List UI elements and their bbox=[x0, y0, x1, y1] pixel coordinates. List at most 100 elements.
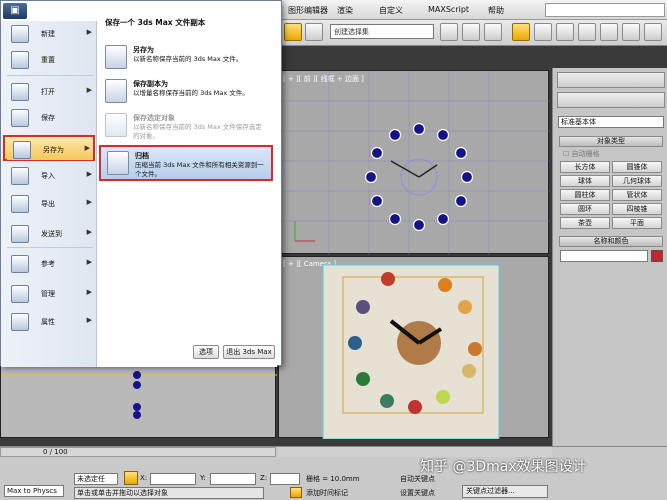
app-menu-item-label: 导入 bbox=[41, 172, 55, 180]
menu-separator bbox=[7, 75, 93, 76]
submenu-arrow-icon: ▶ bbox=[86, 170, 92, 178]
x-coordinate-input[interactable] bbox=[150, 473, 196, 485]
app-menu-item-4[interactable]: 另存为 ▶ bbox=[3, 135, 95, 161]
menu-graph-editors[interactable]: 图形编辑器 bbox=[288, 5, 328, 16]
submenu-arrow-icon: ▶ bbox=[86, 228, 92, 236]
rollout-object-type[interactable]: 对象类型 bbox=[559, 136, 663, 147]
app-menu-item-8[interactable]: 参考 ▶ bbox=[3, 251, 95, 277]
clock-wireframe bbox=[279, 71, 550, 255]
frame-readout: 0 / 100 bbox=[43, 448, 68, 456]
create-category-tabs[interactable] bbox=[557, 92, 665, 108]
render-setup-icon[interactable] bbox=[600, 23, 618, 41]
menu-separator bbox=[7, 159, 93, 160]
autogrid-label: 自动栅格 bbox=[571, 150, 600, 158]
y-label: Y: bbox=[200, 474, 206, 482]
command-panel-tabs[interactable] bbox=[557, 72, 665, 88]
application-menu: ▣ 保存一个 3ds Max 文件副本 新建 ▶ 重置 打开 ▶ 保存 另存为 ▶ 导入 ▶ 导出 ▶… bbox=[0, 0, 282, 367]
save-icon bbox=[11, 109, 29, 127]
color-swatch[interactable] bbox=[651, 250, 663, 262]
save-as-icon bbox=[105, 45, 127, 69]
scene-explorer-icon[interactable] bbox=[512, 23, 530, 41]
add-time-tag[interactable]: 添加时间标记 bbox=[306, 488, 348, 498]
time-tag-icon[interactable] bbox=[290, 487, 302, 498]
material-editor-icon[interactable] bbox=[578, 23, 596, 41]
app-menu-item-label: 参考 bbox=[41, 260, 55, 268]
lock-icon[interactable] bbox=[124, 471, 138, 485]
set-key-button[interactable]: 设置关键点 bbox=[400, 488, 435, 498]
menu-help[interactable]: 帮助 bbox=[488, 5, 504, 16]
plane-button[interactable]: 平面 bbox=[612, 217, 662, 229]
object-name-input[interactable] bbox=[560, 250, 648, 262]
save-as-option[interactable]: 另存为 以新名称保存当前的 3ds Max 文件。 bbox=[99, 41, 273, 77]
viewport-front[interactable]: [ + ][ 前 ][ 线框 + 边面 ] bbox=[278, 70, 550, 255]
torus-button[interactable]: 圆环 bbox=[560, 203, 610, 215]
sphere-button[interactable]: 球体 bbox=[560, 175, 610, 187]
submenu-arrow-icon: ▶ bbox=[86, 28, 92, 36]
app-menu-item-9[interactable]: 管理 ▶ bbox=[3, 281, 95, 307]
reference-icon bbox=[11, 255, 29, 273]
cylinder-button[interactable]: 圆柱体 bbox=[560, 189, 610, 201]
align-icon[interactable] bbox=[462, 23, 480, 41]
box-button[interactable]: 长方体 bbox=[560, 161, 610, 173]
key-filters-button[interactable]: 关键点过滤器... bbox=[462, 485, 548, 498]
submenu-arrow-icon: ▶ bbox=[86, 86, 92, 94]
cone-button[interactable]: 圆锥体 bbox=[612, 161, 662, 173]
schematic-icon[interactable] bbox=[556, 23, 574, 41]
app-menu-item-label: 导出 bbox=[41, 200, 55, 208]
z-coordinate-input[interactable] bbox=[270, 473, 300, 485]
autogrid-checkbox[interactable]: ☐ 自动栅格 bbox=[563, 149, 600, 159]
menu-customize[interactable]: 自定义 bbox=[379, 5, 403, 16]
app-menu-item-3[interactable]: 保存 bbox=[3, 105, 95, 131]
select-icon[interactable] bbox=[284, 23, 302, 41]
app-menu-item-6[interactable]: 导出 ▶ bbox=[3, 191, 95, 217]
app-menu-item-5[interactable]: 导入 ▶ bbox=[3, 163, 95, 189]
app-menu-item-label: 保存 bbox=[41, 114, 55, 122]
option-description: 压缩当前 3ds Max 文件和所有相关资源到一个文件。 bbox=[135, 161, 264, 178]
export-icon bbox=[11, 195, 29, 213]
script-listener[interactable]: Max to Physcs bbox=[4, 485, 64, 497]
selection-set-dropdown[interactable]: 创建选择集 bbox=[330, 24, 434, 39]
layer-icon[interactable] bbox=[484, 23, 502, 41]
primitive-type-dropdown[interactable]: 标准基本体 bbox=[558, 116, 664, 128]
app-menu-item-10[interactable]: 属性 ▶ bbox=[3, 309, 95, 335]
snap-icon[interactable] bbox=[305, 23, 323, 41]
render-frame-icon[interactable] bbox=[622, 23, 640, 41]
curve-editor-icon[interactable] bbox=[534, 23, 552, 41]
submenu-arrow-icon: ▶ bbox=[86, 316, 92, 324]
submenu-arrow-icon: ▶ bbox=[84, 144, 90, 152]
menu-maxscript[interactable]: MAXScript bbox=[428, 5, 469, 14]
save-selected-icon bbox=[105, 113, 127, 137]
viewport-camera[interactable]: [ + ][ Camera ] bbox=[278, 256, 549, 439]
viewport-left[interactable] bbox=[0, 366, 277, 438]
y-coordinate-input[interactable] bbox=[210, 473, 256, 485]
search-box[interactable] bbox=[545, 3, 665, 17]
teapot-button[interactable]: 茶壶 bbox=[560, 217, 610, 229]
app-menu-item-0[interactable]: 新建 ▶ bbox=[3, 21, 95, 47]
watermark: 知乎 @3Dmax效果图设计 bbox=[420, 459, 587, 475]
geosphere-button[interactable]: 几何球体 bbox=[612, 175, 662, 187]
app-menu-item-2[interactable]: 打开 ▶ bbox=[3, 79, 95, 105]
rollout-name-color[interactable]: 名称和颜色 bbox=[559, 236, 663, 247]
time-slider[interactable]: 0 / 100 bbox=[0, 447, 276, 457]
menu-rendering[interactable]: 渲染 bbox=[337, 5, 353, 16]
command-panel: 标准基本体 对象类型 ☐ 自动栅格 长方体 圆锥体 球体 几何球体 圆柱体 管状… bbox=[552, 68, 667, 448]
option-title: 另存为 bbox=[133, 46, 154, 54]
x-label: X: bbox=[140, 474, 148, 482]
app-menu-item-label: 打开 bbox=[41, 88, 55, 96]
exit-button[interactable]: 退出 3ds Max bbox=[223, 345, 275, 359]
app-menu-item-label: 管理 bbox=[41, 290, 55, 298]
render-icon[interactable] bbox=[644, 23, 662, 41]
app-menu-item-1[interactable]: 重置 bbox=[3, 47, 95, 73]
archive-option[interactable]: 归档 压缩当前 3ds Max 文件和所有相关资源到一个文件。 bbox=[99, 145, 273, 181]
import-icon bbox=[11, 167, 29, 185]
archive-icon bbox=[107, 151, 129, 175]
pyramid-button[interactable]: 四棱锥 bbox=[612, 203, 662, 215]
save-copy-as-option[interactable]: 保存副本为 以增量名称保存当前的 3ds Max 文件。 bbox=[99, 75, 273, 111]
tube-button[interactable]: 管状体 bbox=[612, 189, 662, 201]
selection-status: 未选定任 bbox=[74, 473, 118, 485]
options-button[interactable]: 选项 bbox=[193, 345, 219, 359]
app-menu-item-7[interactable]: 发送到 ▶ bbox=[3, 221, 95, 247]
app-logo-icon[interactable]: ▣ bbox=[3, 3, 27, 19]
mirror-icon[interactable] bbox=[440, 23, 458, 41]
manage-icon bbox=[11, 285, 29, 303]
